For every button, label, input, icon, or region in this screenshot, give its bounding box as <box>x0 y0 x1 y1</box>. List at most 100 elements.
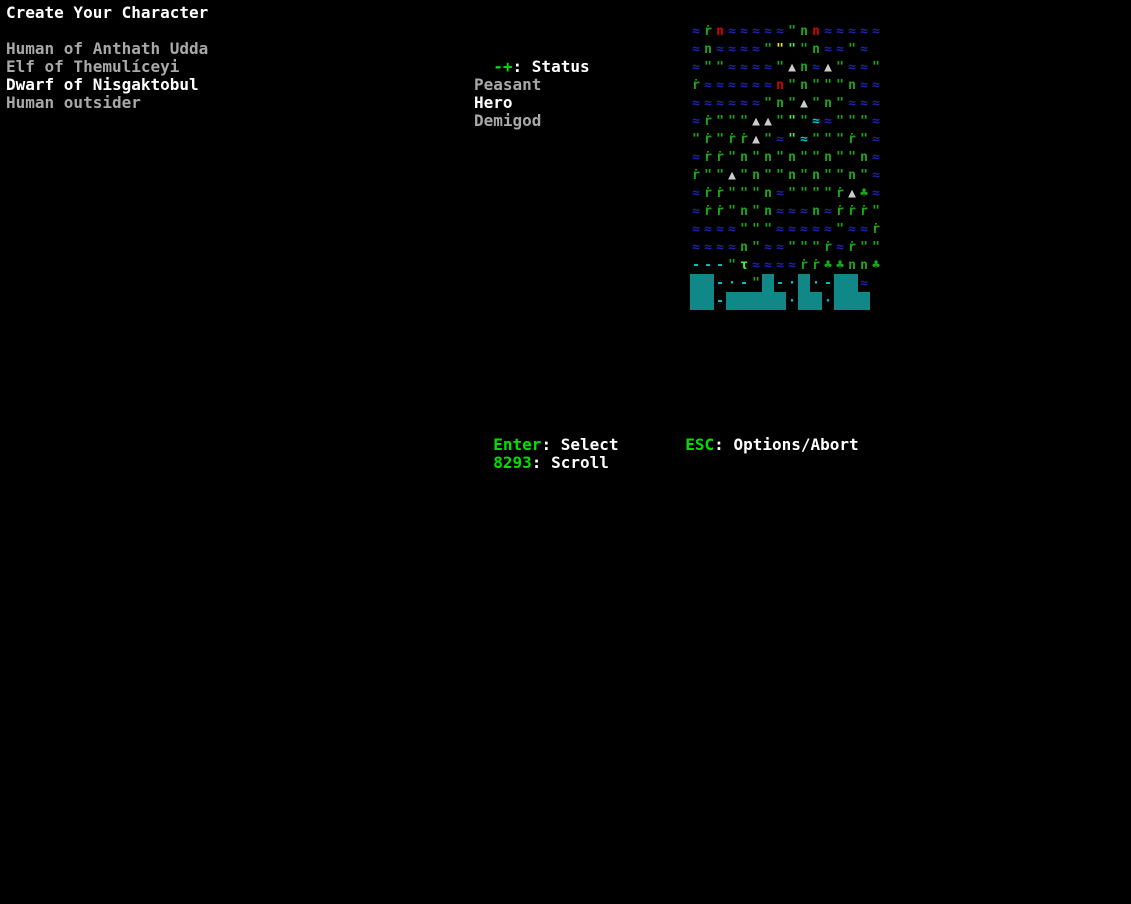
map-tile: " <box>860 168 868 183</box>
control-enter[interactable]: Enter: Select <box>474 418 618 454</box>
map-tile: " <box>872 60 880 75</box>
map-tile: " <box>704 60 712 75</box>
race-option-human-outsider[interactable]: Human outsider <box>6 94 141 112</box>
map-tile: - <box>824 276 832 291</box>
map-tile: " <box>824 168 832 183</box>
map-tile: " <box>752 204 760 219</box>
map-tile: ≈ <box>728 24 736 39</box>
map-tile-shallows <box>834 274 846 292</box>
map-tile: " <box>764 168 772 183</box>
map-tile: ≈ <box>776 204 784 219</box>
map-tile: ≈ <box>836 240 844 255</box>
map-tile: " <box>848 114 856 129</box>
control-scroll[interactable]: 8293: Scroll <box>474 436 609 472</box>
map-tile: " <box>800 168 808 183</box>
status-option-demigod[interactable]: Demigod <box>474 112 541 130</box>
map-tile: ≈ <box>728 60 736 75</box>
map-tile: " <box>752 186 760 201</box>
map-tile: " <box>824 132 832 147</box>
map-tile: ≈ <box>872 150 880 165</box>
map-tile: ≈ <box>704 240 712 255</box>
map-tile: ▲ <box>728 168 736 183</box>
map-tile: n <box>800 24 808 39</box>
map-tile-shallows <box>846 274 858 292</box>
map-tile: ≈ <box>740 60 748 75</box>
map-tile: ≈ <box>692 24 700 39</box>
map-tile: ṙ <box>704 114 712 129</box>
map-tile: ≈ <box>812 60 820 75</box>
map-tile: ≈ <box>860 24 868 39</box>
map-tile-shallows <box>846 292 858 310</box>
map-tile: - <box>692 258 700 273</box>
map-tile: ≈ <box>752 258 760 273</box>
map-tile: " <box>812 132 820 147</box>
map-tile: ≈ <box>824 42 832 57</box>
map-tile: " <box>788 240 796 255</box>
map-tile-shallows <box>690 292 702 310</box>
map-tile-shallows <box>858 292 870 310</box>
map-tile: ≈ <box>872 24 880 39</box>
map-tile: " <box>728 186 736 201</box>
map-tile: ≈ <box>848 24 856 39</box>
map-tile: " <box>728 150 736 165</box>
status-hint: -+: Status <box>474 40 589 76</box>
map-tile: " <box>872 204 880 219</box>
race-option-human-anthath-udda[interactable]: Human of Anthath Udda <box>6 40 208 58</box>
map-tile: ṙ <box>692 78 700 93</box>
map-tile: " <box>740 186 748 201</box>
map-tile: " <box>836 132 844 147</box>
map-tile: ≈ <box>716 42 724 57</box>
map-tile: ≈ <box>752 24 760 39</box>
race-option-elf-themuliceyi[interactable]: Elf of Themulíceyi <box>6 58 179 76</box>
map-tile: " <box>848 42 856 57</box>
map-tile-shallows <box>834 292 846 310</box>
map-tile: ≈ <box>872 114 880 129</box>
map-tile: ṙ <box>692 168 700 183</box>
scroll-key: 8293 <box>493 453 532 472</box>
map-tile: ≈ <box>692 240 700 255</box>
map-tile: ≈ <box>776 186 784 201</box>
map-tile: · <box>728 276 736 291</box>
map-tile: ≈ <box>716 78 724 93</box>
map-tile: " <box>800 150 808 165</box>
map-tile: ṙ <box>728 132 736 147</box>
map-tile-shallows <box>810 292 822 310</box>
map-tile-shallows <box>690 274 702 292</box>
map-tile: ≈ <box>692 186 700 201</box>
map-tile: " <box>788 132 796 147</box>
map-tile: n <box>740 150 748 165</box>
map-tile-shallows <box>702 292 714 310</box>
map-tile: ≈ <box>848 60 856 75</box>
map-tile: · <box>812 276 820 291</box>
map-tile: ≈ <box>764 78 772 93</box>
map-tile: " <box>788 42 796 57</box>
map-tile: ≈ <box>740 42 748 57</box>
map-tile: " <box>788 24 796 39</box>
map-tile: ≈ <box>692 42 700 57</box>
control-esc[interactable]: ESC: Options/Abort <box>666 418 858 454</box>
map-tile: - <box>716 258 724 273</box>
race-option-dwarf-nisgaktobul[interactable]: Dwarf of Nisgaktobul <box>6 76 199 94</box>
map-tile: n <box>848 258 856 273</box>
map-tile: ≈ <box>740 78 748 93</box>
map-tile: ≈ <box>824 24 832 39</box>
map-tile: " <box>740 222 748 237</box>
map-tile: n <box>764 186 772 201</box>
map-tile: ≈ <box>836 42 844 57</box>
map-tile: " <box>812 186 820 201</box>
status-option-hero[interactable]: Hero <box>474 94 513 112</box>
map-tile: " <box>800 186 808 201</box>
map-tile: - <box>716 276 724 291</box>
map-tile: ≈ <box>704 96 712 111</box>
map-tile: ṙ <box>860 204 868 219</box>
map-tile: " <box>716 60 724 75</box>
map-tile: " <box>800 240 808 255</box>
map-tile: ≈ <box>728 96 736 111</box>
map-tile: " <box>716 168 724 183</box>
map-tile: ♣ <box>836 258 844 273</box>
map-tile: ♣ <box>872 258 880 273</box>
map-tile: ṙ <box>812 258 820 273</box>
map-tile: ≈ <box>860 42 868 57</box>
map-tile: ≈ <box>692 150 700 165</box>
status-option-peasant[interactable]: Peasant <box>474 76 541 94</box>
